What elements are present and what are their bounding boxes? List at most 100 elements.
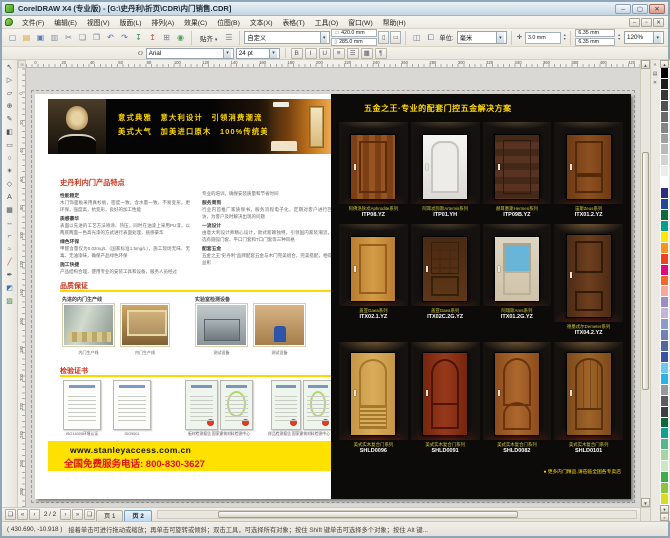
scroll-up-arrow[interactable]: ▲ xyxy=(641,60,650,69)
bold-button[interactable]: B xyxy=(291,48,303,59)
door-item[interactable]: 美式实木复合门系列 SHLD0091 xyxy=(411,342,480,454)
vertical-ruler[interactable]: 020406080100120140160180200220240260280 xyxy=(18,68,26,507)
options-icon[interactable]: ☰ xyxy=(222,31,235,45)
right-page[interactable]: 五金之王·专业的配套门控五金解决方案 阿佛洛狄忒Aphrodite系列 ITP0… xyxy=(331,94,631,499)
previous-page-button[interactable]: ‹ xyxy=(29,509,40,520)
menu-item[interactable]: 视图(V) xyxy=(82,16,115,28)
menu-item[interactable]: 窗口(W) xyxy=(343,16,378,28)
nudge-spinner[interactable]: ▲▼ xyxy=(563,34,566,41)
palette-swatch[interactable] xyxy=(660,123,669,134)
palette-swatch[interactable] xyxy=(660,232,669,243)
page-tab-2[interactable]: 页 2 xyxy=(124,510,151,522)
pick-tool[interactable]: ↖ xyxy=(3,62,16,74)
palette-swatch[interactable] xyxy=(660,407,669,418)
palette-swatch[interactable] xyxy=(660,450,669,461)
menu-item[interactable]: 文件(F) xyxy=(17,16,49,28)
add-page-before-button[interactable]: ❏ xyxy=(5,509,16,520)
palette-swatch[interactable] xyxy=(660,286,669,297)
palette-swatch[interactable] xyxy=(660,155,669,166)
palette-scroll-down[interactable]: ▼ xyxy=(660,505,669,513)
palette-swatch[interactable] xyxy=(660,330,669,341)
minimize-button[interactable]: – xyxy=(615,4,631,14)
text-tool[interactable]: A xyxy=(3,192,16,204)
copy-icon[interactable]: ❏ xyxy=(76,31,89,45)
menu-item[interactable]: 帮助(H) xyxy=(378,16,411,28)
nudge-offset-field[interactable]: 3.0 mm xyxy=(525,32,561,44)
palette-swatch[interactable] xyxy=(660,254,669,265)
palette-scroll-up[interactable]: ▲ xyxy=(660,60,669,68)
landscape-button[interactable]: ▭ xyxy=(390,31,401,44)
units-select[interactable]: 毫米▾ xyxy=(457,31,507,44)
ellipse-tool[interactable]: ○ xyxy=(3,153,16,165)
add-page-after-button[interactable]: ❏ xyxy=(84,509,95,520)
freehand-tool[interactable]: ✎ xyxy=(3,114,16,126)
palette-swatch[interactable] xyxy=(660,221,669,232)
redo-icon[interactable]: ↷ xyxy=(118,31,131,45)
palette-swatch[interactable] xyxy=(660,374,669,385)
document-close-button[interactable]: ✕ xyxy=(653,18,664,27)
close-button[interactable]: ✕ xyxy=(649,4,665,14)
menu-item[interactable]: 表格(T) xyxy=(278,16,310,28)
portrait-button[interactable]: ▯ xyxy=(378,31,389,44)
drawing-canvas[interactable]: 意式典雅 意大利设计 引领消费潮流 美式大气 加美进口原木 100%传统美式工艺… xyxy=(26,68,640,507)
zoom-tool[interactable]: ⊕ xyxy=(3,101,16,113)
horizontal-scrollbar[interactable] xyxy=(157,510,637,519)
horizontal-scroll-thumb[interactable] xyxy=(218,511,518,518)
dimension-tool[interactable]: ↔ xyxy=(3,218,16,230)
page-tab-1[interactable]: 页 1 xyxy=(96,510,123,522)
next-page-button[interactable]: › xyxy=(60,509,71,520)
paper-preset-select[interactable]: 自定义▾ xyxy=(244,31,330,44)
palette-swatch[interactable] xyxy=(660,319,669,330)
docker-tab-icon[interactable]: ▤ xyxy=(653,71,658,77)
app-launcher-icon[interactable]: ⊞ xyxy=(160,31,173,45)
document-restore-button[interactable]: ▫ xyxy=(641,18,652,27)
palette-swatch[interactable] xyxy=(660,396,669,407)
polygon-tool[interactable]: ✶ xyxy=(3,166,16,178)
palette-swatch[interactable] xyxy=(660,276,669,287)
eyedropper-tool[interactable]: ╱ xyxy=(3,257,16,269)
palette-swatch[interactable] xyxy=(660,461,669,472)
font-select[interactable]: Arial▾ xyxy=(146,48,234,59)
door-item[interactable]: 德墨忒尔Demeter系列 ITX04.2.YZ xyxy=(554,224,623,336)
palette-swatch[interactable] xyxy=(660,428,669,439)
font-size-select[interactable]: 24 pt▾ xyxy=(236,48,280,59)
basic-shapes-tool[interactable]: ◇ xyxy=(3,179,16,191)
palette-swatch[interactable] xyxy=(660,177,669,188)
horizontal-ruler[interactable]: 0204060801001201401601802002202402602803… xyxy=(26,60,640,68)
menu-item[interactable]: 效果(C) xyxy=(179,16,212,28)
fill-tool[interactable]: ◩ xyxy=(3,283,16,295)
door-item[interactable]: 阿瑞斯Ares系列 ITX01.2G.YZ xyxy=(483,224,552,336)
open-icon[interactable]: ▤ xyxy=(20,31,33,45)
palette-swatch[interactable] xyxy=(660,341,669,352)
alignment-button[interactable]: ≡ xyxy=(333,48,345,59)
palette-swatch[interactable] xyxy=(660,352,669,363)
palette-swatch[interactable] xyxy=(660,68,669,79)
zoom-level-select[interactable]: 120%▾ xyxy=(624,31,664,44)
palette-expand[interactable]: » xyxy=(660,513,669,521)
blend-tool[interactable]: ≈ xyxy=(3,244,16,256)
all-pages-icon[interactable]: ◫ xyxy=(410,31,423,45)
palette-swatch[interactable] xyxy=(660,210,669,221)
duplicate-x-field[interactable]: 6.35 mm xyxy=(575,29,615,37)
columns-button[interactable]: ▦ xyxy=(361,48,373,59)
palette-swatch[interactable] xyxy=(660,101,669,112)
menu-item[interactable]: 编辑(E) xyxy=(49,16,82,28)
docker-close-icon[interactable]: ✕ xyxy=(653,80,657,86)
current-page-icon[interactable]: ⧠ xyxy=(424,31,437,45)
rectangle-tool[interactable]: ▭ xyxy=(3,140,16,152)
paper-width-field[interactable]: ▭420.0 mm xyxy=(331,29,377,37)
door-item[interactable]: 阿佛洛狄忒Aphrodite系列 ITP08.YZ xyxy=(339,122,408,218)
cut-icon[interactable]: ✂ xyxy=(62,31,75,45)
palette-swatch[interactable] xyxy=(660,199,669,210)
export-icon[interactable]: ↥ xyxy=(146,31,159,45)
docker-strip[interactable]: « ▤ ✕ xyxy=(650,60,659,521)
palette-swatch[interactable] xyxy=(660,144,669,155)
door-item[interactable]: 宙斯Zeus系列 ITX01.2.YZ xyxy=(554,122,623,218)
welcome-screen-icon[interactable]: ◉ xyxy=(174,31,187,45)
save-icon[interactable]: ▣ xyxy=(34,31,47,45)
palette-swatch[interactable] xyxy=(660,265,669,276)
ruler-origin-corner[interactable]: ⊞ xyxy=(18,60,26,68)
duplicate-y-field[interactable]: 6.35 mm xyxy=(575,38,615,46)
door-item[interactable]: 盖亚Gaea系列 ITX02.1.YZ xyxy=(339,224,408,336)
menu-item[interactable]: 位图(B) xyxy=(212,16,245,28)
